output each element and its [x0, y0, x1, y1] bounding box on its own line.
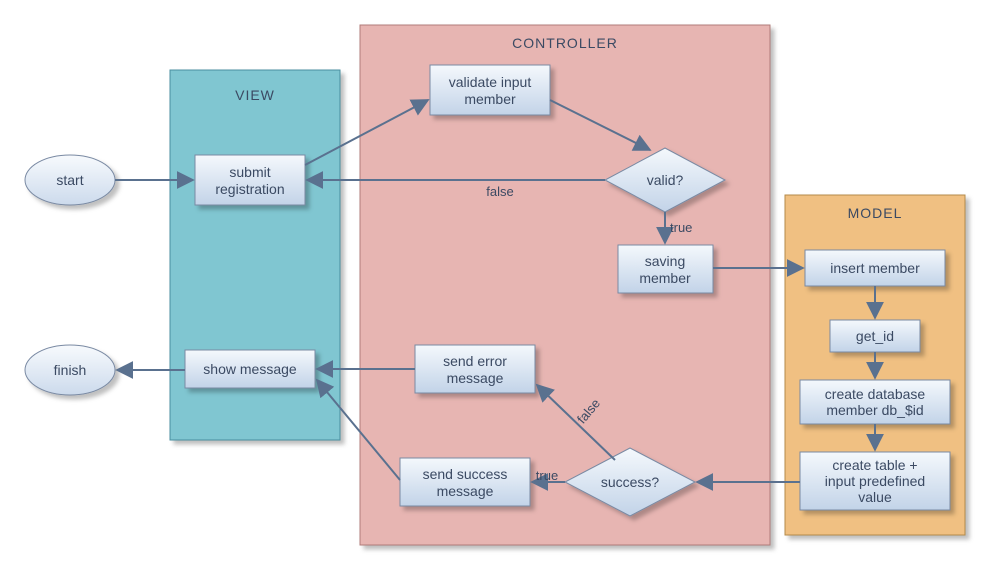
node-start: start: [25, 155, 115, 205]
node-sendsucc: send success message: [400, 458, 530, 506]
svg-text:get_id: get_id: [856, 328, 894, 344]
node-validate: validate input member: [430, 65, 550, 115]
svg-text:send error: send error: [443, 353, 507, 369]
svg-text:finish: finish: [54, 362, 87, 378]
node-saving: saving member: [618, 245, 713, 293]
node-createdb: create database member db_$id: [800, 380, 950, 424]
svg-text:message: message: [447, 370, 504, 386]
svg-text:validate input: validate input: [449, 74, 532, 90]
svg-text:insert member: insert member: [830, 260, 920, 276]
node-submit: submit registration: [195, 155, 305, 205]
svg-text:member: member: [639, 270, 691, 286]
node-showmsg: show message: [185, 350, 315, 388]
edge-label-true1: true: [670, 220, 692, 235]
panel-view-title: VIEW: [235, 87, 275, 103]
svg-text:registration: registration: [215, 181, 284, 197]
svg-text:success?: success?: [601, 474, 660, 490]
svg-text:input predefined: input predefined: [825, 473, 925, 489]
node-getid: get_id: [830, 320, 920, 352]
edge-label-true2: true: [536, 468, 558, 483]
svg-text:submit: submit: [229, 164, 270, 180]
node-senderr: send error message: [415, 345, 535, 393]
svg-text:message: message: [437, 483, 494, 499]
node-createtbl: create table + input predefined value: [800, 452, 950, 510]
svg-text:create database: create database: [825, 386, 926, 402]
svg-text:member: member: [464, 91, 516, 107]
node-insert: insert member: [805, 250, 945, 286]
svg-text:value: value: [858, 489, 892, 505]
svg-text:saving: saving: [645, 253, 685, 269]
node-finish: finish: [25, 345, 115, 395]
edge-label-false1: false: [486, 184, 513, 199]
svg-text:show message: show message: [203, 361, 297, 377]
svg-text:member db_$id: member db_$id: [826, 402, 923, 418]
svg-text:valid?: valid?: [647, 172, 684, 188]
svg-text:create table +: create table +: [832, 457, 917, 473]
svg-text:start: start: [56, 172, 83, 188]
panel-controller-title: CONTROLLER: [512, 35, 618, 51]
panel-model-title: MODEL: [848, 205, 903, 221]
svg-text:send success: send success: [423, 466, 508, 482]
